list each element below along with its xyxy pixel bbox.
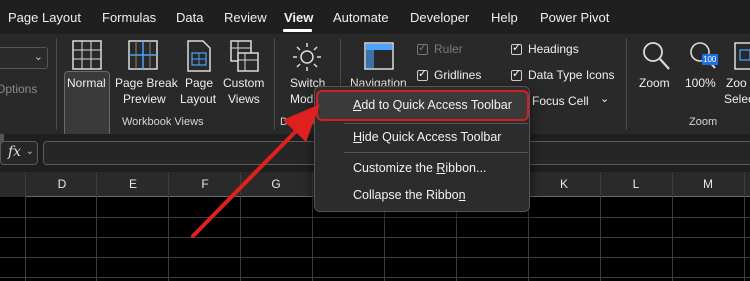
red-arrow-annotation (191, 104, 320, 238)
arrow-shaft (191, 125, 302, 238)
